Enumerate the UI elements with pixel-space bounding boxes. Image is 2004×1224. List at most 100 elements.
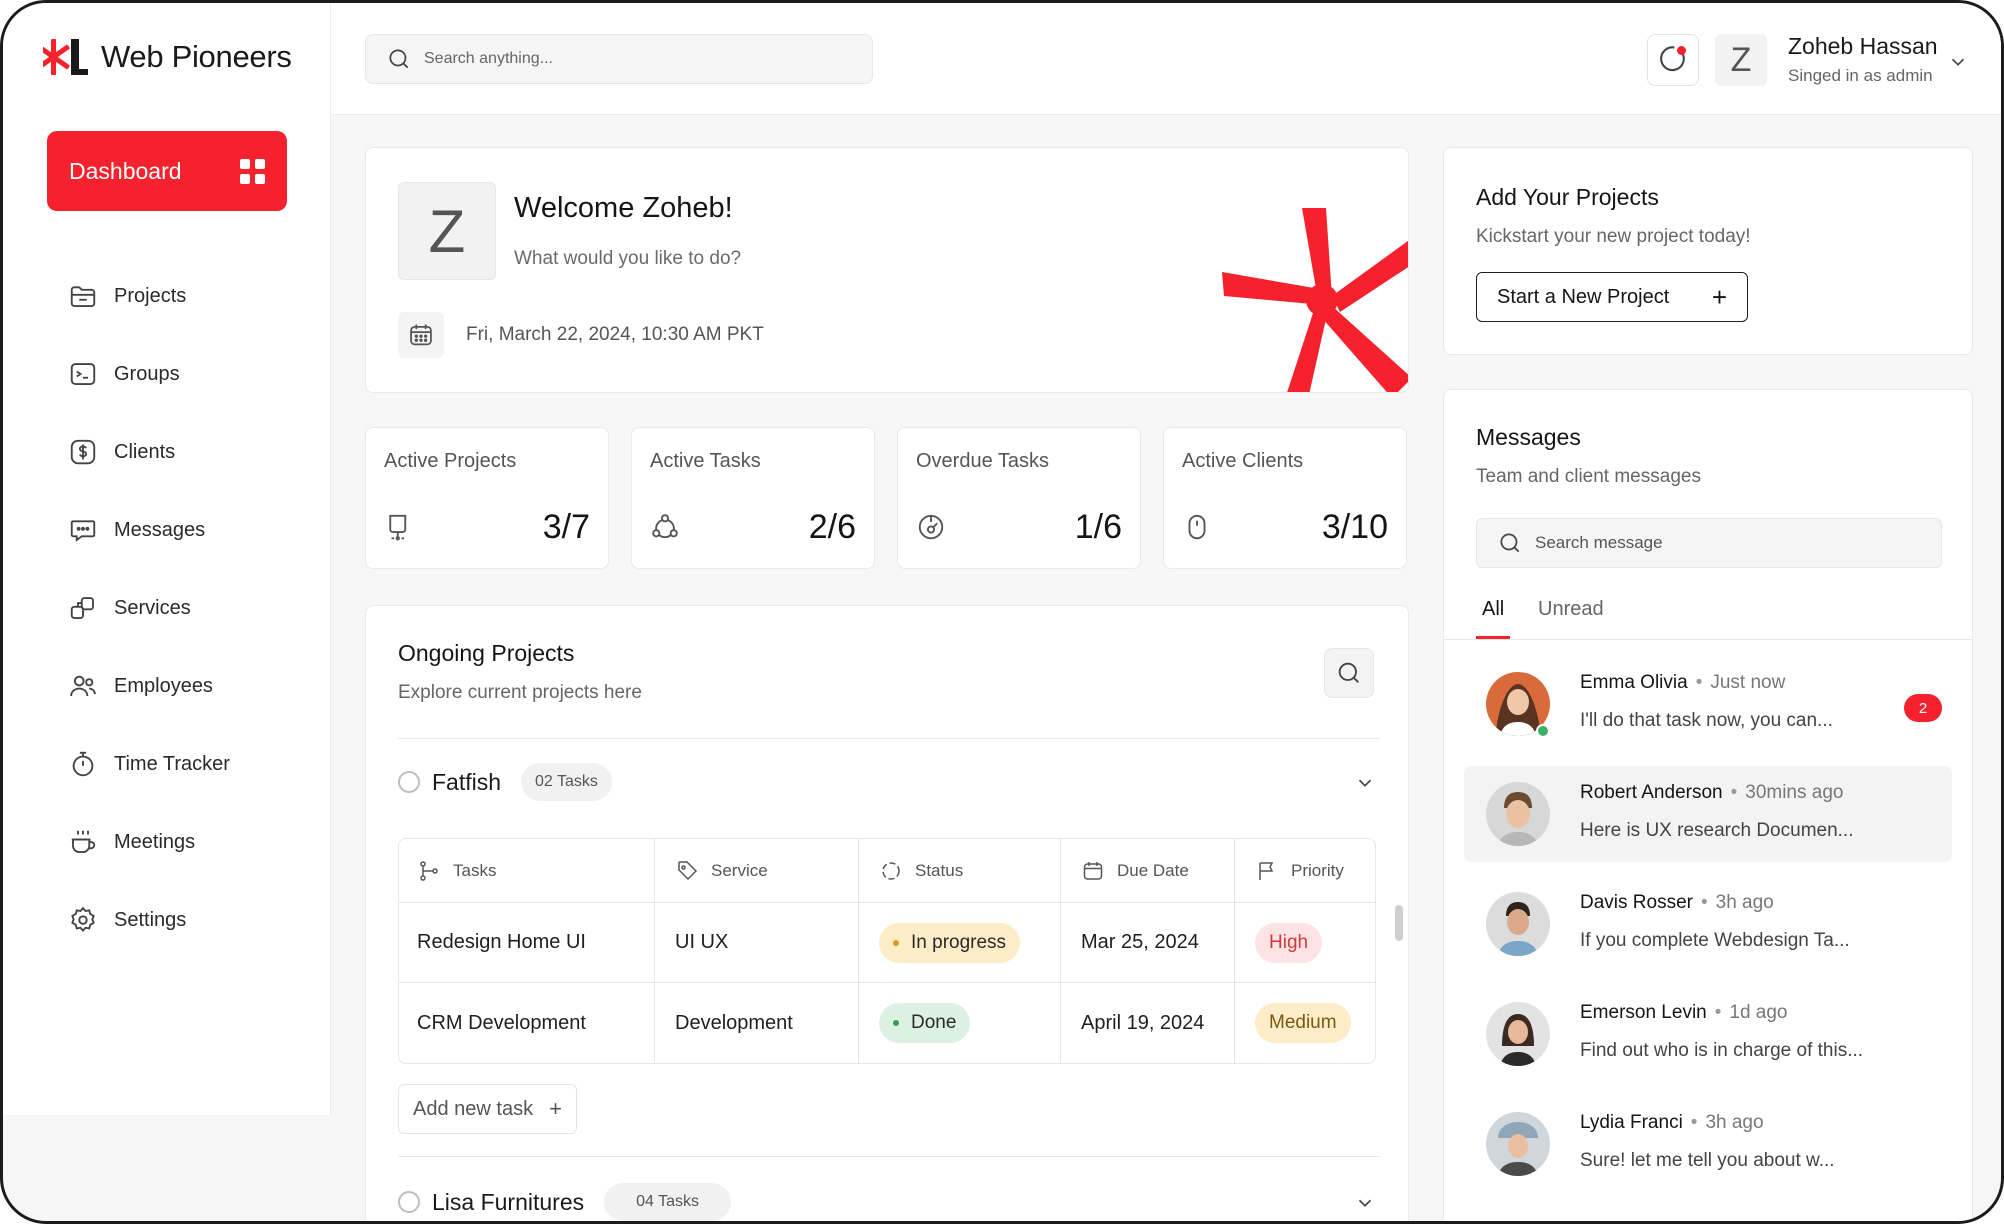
divider <box>398 738 1380 739</box>
table-row[interactable]: CRM Development Development Done April 1… <box>399 983 1375 1063</box>
stat-card-overdue-tasks[interactable]: Overdue Tasks 1/6 <box>897 427 1141 569</box>
decorative-asterisk-icon <box>1222 208 1408 392</box>
message-item[interactable]: Emma Olivia • Just now I'll do that task n… <box>1464 656 1952 752</box>
tab-all[interactable]: All <box>1482 598 1504 621</box>
search-icon <box>1500 533 1520 553</box>
column-header-due-date[interactable]: Due Date <box>1061 839 1235 902</box>
add-task-button[interactable]: Add new task + <box>398 1084 577 1134</box>
user-name[interactable]: Zoheb Hassan <box>1788 33 1938 60</box>
table-header-row: Tasks Service Status Due Date Priority <box>399 839 1375 903</box>
column-header-service[interactable]: Service <box>655 839 859 902</box>
task-cell: CRM Development <box>399 983 655 1063</box>
sender-name: Emma Olivia <box>1580 672 1688 693</box>
stat-label: Overdue Tasks <box>916 450 1050 472</box>
add-projects-subtitle: Kickstart your new project today! <box>1476 226 1751 247</box>
brand-name: Web Pioneers <box>101 39 292 74</box>
due-date-cell: Mar 25, 2024 <box>1061 903 1235 982</box>
message-time: 30mins ago <box>1745 782 1844 803</box>
stat-card-active-projects[interactable]: Active Projects 3/7 <box>365 427 609 569</box>
coffee-icon <box>67 826 99 858</box>
presentation-icon <box>389 514 407 541</box>
stat-card-active-tasks[interactable]: Active Tasks 2/6 <box>631 427 875 569</box>
stat-label: Active Tasks <box>650 450 761 472</box>
messages-title: Messages <box>1476 424 1581 450</box>
priority-badge[interactable]: High <box>1255 922 1323 963</box>
message-preview: Find out who is in charge of this... <box>1580 1040 1864 1061</box>
stat-card-active-clients[interactable]: Active Clients 3/10 <box>1163 427 1407 569</box>
priority-badge[interactable]: Medium <box>1255 1003 1351 1043</box>
sidebar-item-projects[interactable]: Projects <box>67 257 230 335</box>
sidebar-item-groups[interactable]: Groups <box>67 335 230 413</box>
sidebar-item-settings[interactable]: Settings <box>67 881 230 959</box>
user-avatar[interactable]: Z <box>1715 34 1767 86</box>
message-search-input[interactable] <box>1535 533 1935 553</box>
stat-value: 2/6 <box>808 508 856 546</box>
message-search[interactable] <box>1476 518 1942 568</box>
table-row[interactable]: Redesign Home UI UI UX In progress Mar 2… <box>399 903 1375 983</box>
project-radio[interactable] <box>398 771 420 793</box>
search-input[interactable] <box>424 50 844 68</box>
sidebar-item-messages[interactable]: Messages <box>67 491 230 569</box>
column-header-status[interactable]: Status <box>859 839 1061 902</box>
message-item[interactable]: Davis Rosser • 3h ago If you complete Webd… <box>1464 876 1952 972</box>
priority-cell: Medium <box>1235 983 1375 1063</box>
brand[interactable]: Web Pioneers <box>43 37 292 77</box>
services-icon <box>67 592 99 624</box>
project-name: Lisa Furnitures <box>432 1188 585 1215</box>
avatar <box>1486 892 1550 956</box>
sidebar-item-services[interactable]: Services <box>67 569 230 647</box>
search-icon <box>389 49 409 69</box>
status-badge[interactable]: In progress <box>879 922 1021 963</box>
dashboard-button[interactable]: Dashboard <box>47 131 287 211</box>
message-preview: Sure! let me tell you about w... <box>1580 1150 1835 1171</box>
welcome-avatar: Z <box>398 182 496 280</box>
cycle-icon <box>652 514 678 539</box>
projects-search-button[interactable] <box>1324 648 1374 698</box>
message-preview: Here is UX research Documen... <box>1580 820 1854 841</box>
calendar-icon <box>398 312 444 358</box>
sidebar: Web Pioneers Dashboard Projects Groups C… <box>3 3 331 1115</box>
status-badge[interactable]: Done <box>879 1003 971 1043</box>
projects-title: Ongoing Projects <box>398 640 575 666</box>
project-radio[interactable] <box>398 1191 420 1213</box>
messages-card: Messages Team and client messages All Un… <box>1443 389 1973 1221</box>
stat-label: Active Clients <box>1182 450 1304 472</box>
welcome-card: Z Welcome Zoheb! What would you like to … <box>365 147 1409 393</box>
avatar <box>1486 1002 1550 1066</box>
task-cell: Redesign Home UI <box>399 903 655 982</box>
topbar: Z Zoheb Hassan Singed in as admin <box>331 3 2001 115</box>
column-header-tasks[interactable]: Tasks <box>399 839 655 902</box>
terminal-icon <box>67 358 99 390</box>
gear-icon <box>67 904 99 936</box>
sidebar-item-label: Messages <box>114 518 206 541</box>
sidebar-item-label: Settings <box>114 908 187 931</box>
message-item[interactable]: Lydia Franci • 3h ago Sure! let me tell yo… <box>1464 1096 1952 1192</box>
chevron-down-icon[interactable] <box>1354 1192 1376 1214</box>
sidebar-item-employees[interactable]: Employees <box>67 647 230 725</box>
notifications-button[interactable] <box>1647 34 1699 86</box>
project-row-fatfish[interactable]: Fatfish 02 Tasks <box>398 760 1380 804</box>
divider <box>398 1156 1380 1157</box>
task-count-badge: 02 Tasks <box>521 763 612 801</box>
tag-icon <box>678 860 698 880</box>
project-row-lisa-furnitures[interactable]: Lisa Furnitures 04 Tasks <box>398 1180 1380 1221</box>
projects-subtitle: Explore current projects here <box>398 682 642 703</box>
online-status-dot <box>1536 724 1550 738</box>
sidebar-item-clients[interactable]: Clients <box>67 413 230 491</box>
sidebar-item-meetings[interactable]: Meetings <box>67 803 230 881</box>
column-header-priority[interactable]: Priority <box>1235 839 1375 902</box>
tab-unread[interactable]: Unread <box>1538 598 1604 621</box>
message-preview: I'll do that task now, you can... <box>1580 710 1833 731</box>
chevron-down-icon[interactable] <box>1354 772 1376 794</box>
sender-name: Robert Anderson <box>1580 782 1723 803</box>
folder-icon <box>67 280 99 312</box>
scrollbar[interactable] <box>1395 905 1403 941</box>
tasks-table: Tasks Service Status Due Date Priority R… <box>398 838 1376 1064</box>
sidebar-item-time-tracker[interactable]: Time Tracker <box>67 725 230 803</box>
message-item[interactable]: Emerson Levin • 1d ago Find out who is in … <box>1464 986 1952 1082</box>
ongoing-projects-card: Ongoing Projects Explore current project… <box>365 605 1409 1221</box>
message-item[interactable]: Robert Anderson • 30mins ago Here is UX re… <box>1464 766 1952 862</box>
global-search[interactable] <box>365 34 873 84</box>
start-new-project-button[interactable]: Start a New Project + <box>1476 272 1748 322</box>
chevron-down-icon[interactable] <box>1947 51 1969 73</box>
